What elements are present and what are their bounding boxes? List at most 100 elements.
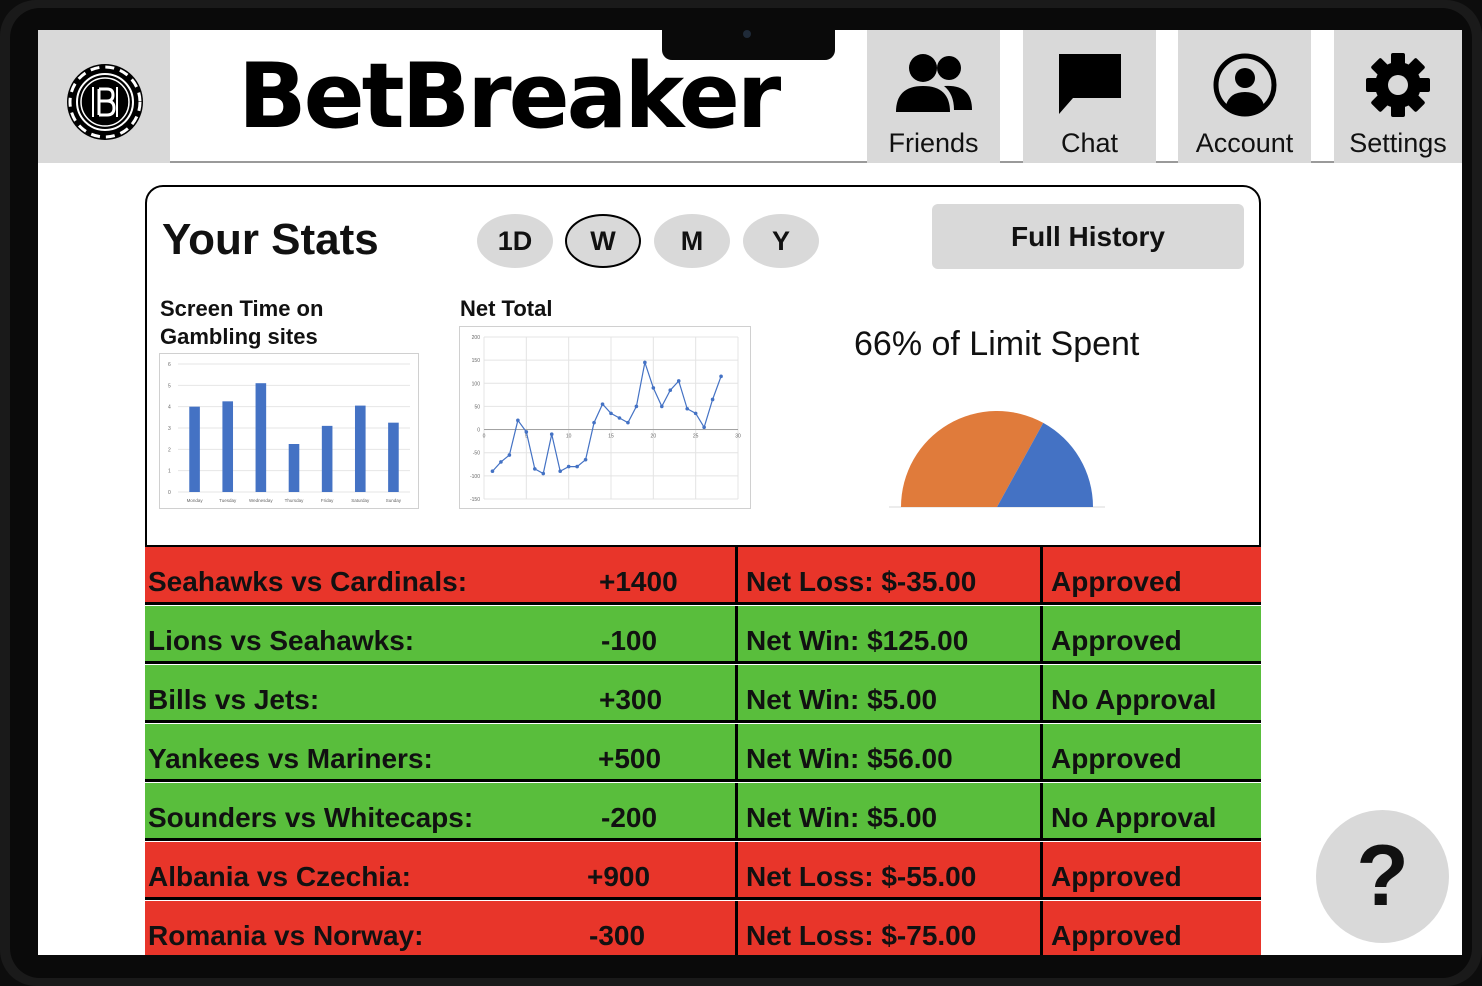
bet-row[interactable]: Albania vs Czechia: +900 Net Loss: $-55.00…	[145, 842, 1261, 900]
x-tick-label: 25	[693, 434, 699, 440]
bar	[354, 405, 366, 492]
data-point	[490, 469, 495, 474]
data-point	[507, 453, 512, 457]
bet-row[interactable]: Seahawks vs Cardinals: +1400 Net Loss: $-3…	[145, 547, 1261, 605]
bet-row[interactable]: Romania vs Norway: -300 Net Loss: $-75.00 A…	[145, 901, 1261, 955]
data-point	[626, 420, 630, 425]
x-tick-label: Wednesday	[249, 498, 273, 503]
data-point	[710, 397, 715, 402]
logo-button[interactable]	[38, 30, 170, 163]
bet-net-label: Net Win: $5.00	[746, 802, 938, 833]
bet-net-cell: Net Loss: $-55.00	[735, 842, 1043, 897]
data-point	[558, 469, 562, 474]
x-tick-label: 30	[735, 434, 741, 440]
y-tick-label: 3	[168, 426, 171, 432]
data-point	[575, 464, 579, 469]
gear-icon	[1366, 53, 1430, 117]
bet-row[interactable]: Bills vs Jets: +300 Net Win: $5.00 No Appro…	[145, 665, 1261, 723]
bet-net-label: Net Win: $125.00	[746, 625, 969, 656]
help-button[interactable]: ?	[1316, 810, 1449, 943]
nav-settings-label: Settings	[1349, 128, 1447, 158]
bet-match-label: Bills vs Jets:	[148, 684, 320, 715]
data-point	[516, 418, 520, 423]
chat-icon	[1058, 54, 1121, 114]
data-point	[651, 386, 656, 390]
bet-net-label: Net Win: $56.00	[746, 743, 953, 774]
betbreaker-logo-icon	[67, 64, 143, 140]
net-total-chart: -150 -100 -50 0 50 100 150 200 0 5 10 15 20 25 30	[459, 326, 751, 509]
nav-account-button[interactable]: Account	[1178, 30, 1311, 163]
bet-status-cell: No Approval	[1040, 783, 1261, 838]
x-tick-label: Monday	[187, 498, 204, 503]
x-tick-label: 0	[483, 434, 486, 440]
bar	[388, 422, 399, 492]
full-history-button[interactable]: Full History	[932, 204, 1244, 269]
bar	[255, 383, 267, 492]
bet-match-label: Romania vs Norway:	[148, 920, 424, 951]
bar	[288, 444, 300, 492]
bar	[189, 406, 200, 492]
period-1d-button[interactable]: 1D	[477, 214, 553, 268]
bet-match-label: Lions vs Seahawks:	[148, 625, 415, 656]
bet-status-cell: Approved	[1040, 901, 1261, 955]
bet-status-cell: Approved	[1040, 842, 1261, 897]
y-tick-label: 0	[477, 428, 480, 434]
bet-odds-label: +900	[587, 861, 651, 892]
data-point	[583, 457, 588, 462]
data-point	[702, 425, 706, 430]
limit-spent-label: 66% of Limit Spent	[854, 325, 1140, 363]
data-point	[685, 406, 689, 411]
y-tick-label: -100	[470, 474, 480, 480]
data-point	[609, 411, 613, 416]
bet-net-cell: Net Win: $125.00	[735, 606, 1043, 661]
bet-row[interactable]: Lions vs Seahawks: -100 Net Win: $125.00 Ap…	[145, 606, 1261, 664]
x-tick-label: 20	[651, 434, 657, 440]
y-tick-label: 1	[168, 469, 171, 475]
net-total-line-chart: -150-100-500501001502000 5 10 15 20 25 30	[470, 335, 741, 503]
data-point	[524, 430, 529, 434]
x-tick-label: Friday	[321, 498, 334, 503]
period-month-button[interactable]: M	[654, 214, 730, 268]
bet-status-cell: Approved	[1040, 724, 1261, 779]
nav-friends-label: Friends	[888, 128, 979, 158]
data-point	[566, 464, 571, 469]
x-tick-label: Sunday	[386, 498, 402, 503]
nav-settings-button[interactable]: Settings	[1334, 30, 1462, 163]
bet-net-label: Net Loss: $-35.00	[746, 566, 977, 597]
data-point	[643, 360, 647, 365]
bet-odds-label: +500	[598, 743, 662, 774]
net-total-chart-title: Net Total	[460, 296, 553, 321]
y-tick-label: 5	[168, 383, 171, 389]
bar	[321, 425, 333, 492]
bet-status-label: No Approval	[1051, 684, 1217, 715]
nav-chat-button[interactable]: Chat	[1023, 30, 1156, 163]
nav-friends-button[interactable]: Friends	[867, 30, 1000, 163]
period-week-button[interactable]: W	[565, 214, 641, 268]
bet-status-cell: Approved	[1040, 606, 1261, 661]
screen-time-chart-title: Screen Time on Gambling sites	[160, 296, 324, 349]
bet-net-label: Net Win: $5.00	[746, 684, 938, 715]
bet-row[interactable]: Yankees vs Mariners: +500 Net Win: $56.00 A…	[145, 724, 1261, 782]
period-year-button[interactable]: Y	[743, 214, 819, 268]
bet-match-label: Albania vs Czechia:	[148, 861, 411, 892]
data-point	[499, 460, 503, 464]
data-point	[660, 404, 664, 409]
data-point	[533, 467, 537, 471]
data-point	[634, 404, 639, 409]
bet-net-cell: Net Loss: $-75.00	[735, 901, 1043, 955]
data-point	[719, 374, 723, 379]
screen-time-bar-chart: 0 1 2 3 4 5 6 Monday Tuesday Wednesday Thursday Fri…	[168, 362, 410, 503]
y-tick-label: 200	[472, 335, 481, 341]
app-screen: BetBreaker Friends Chat Account Settings…	[38, 30, 1462, 955]
bet-row[interactable]: Sounders vs Whitecaps: -200 Net Win: $5.00…	[145, 783, 1261, 841]
bet-match-label: Yankees vs Mariners:	[148, 743, 433, 774]
y-tick-label: 0	[168, 490, 171, 496]
bet-odds-label: -300	[589, 920, 646, 951]
bet-status-label: Approved	[1051, 861, 1182, 892]
data-point	[541, 471, 546, 476]
bet-net-cell: Net Win: $56.00	[735, 724, 1043, 779]
bet-odds-label: +1400	[599, 566, 678, 597]
bet-net-label: Net Loss: $-75.00	[746, 920, 977, 951]
stats-card: Your Stats 1D W M Y Full History Screen …	[145, 185, 1261, 565]
bet-net-label: Net Loss: $-55.00	[746, 861, 977, 892]
